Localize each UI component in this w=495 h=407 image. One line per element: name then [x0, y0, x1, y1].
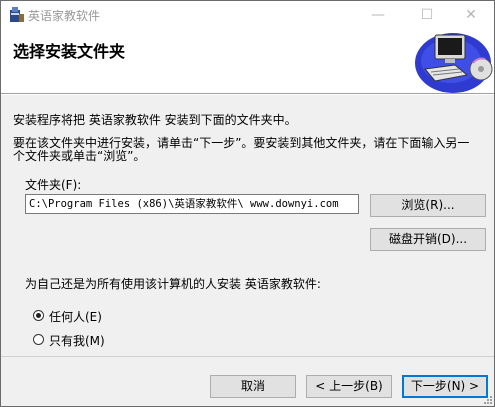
- window-title: 英语家教软件: [28, 9, 101, 23]
- radio-everyone-label[interactable]: 任何人(E): [49, 308, 102, 325]
- intro-text: 安装程序将把 英语家教软件 安装到下面的文件夹中。: [13, 113, 297, 127]
- footer-separator: [1, 356, 494, 357]
- installer-window: 英语家教软件 — ☐ ✕ 选择安装文件夹 安装程序将把 英语家教软件 安装到下面…: [0, 0, 495, 407]
- resize-grip-icon[interactable]: [483, 395, 493, 405]
- page-title: 选择安装文件夹: [13, 42, 126, 61]
- folder-path-input[interactable]: C:\Program Files (x86)\英语家教软件\ www.downy…: [25, 194, 359, 214]
- radio-everyone-indicator[interactable]: [33, 310, 44, 321]
- cancel-button[interactable]: 取消: [210, 375, 296, 398]
- installer-app-icon: [10, 7, 24, 22]
- disk-cost-button[interactable]: 磁盘开销(D)...: [370, 228, 486, 251]
- radio-just-me-indicator[interactable]: [33, 334, 44, 345]
- header-separator: [1, 94, 494, 95]
- next-button[interactable]: 下一步(N) >: [402, 375, 488, 398]
- minimize-icon: —: [371, 7, 385, 23]
- radio-just-me-label[interactable]: 只有我(M): [49, 332, 105, 349]
- maximize-icon: ☐: [420, 7, 434, 23]
- instruction-text-line2: 个文件夹或单击“浏览”。: [13, 149, 146, 163]
- close-icon: ✕: [465, 7, 477, 23]
- install-for-label: 为自己还是为所有使用该计算机的人安装 英语家教软件:: [25, 277, 321, 291]
- minimize-button[interactable]: —: [355, 1, 401, 29]
- folder-label: 文件夹(F):: [25, 178, 82, 192]
- radio-selected-dot: [36, 313, 41, 318]
- computer-cd-icon: [415, 33, 493, 93]
- back-button[interactable]: < 上一步(B): [306, 375, 392, 398]
- browse-button[interactable]: 浏览(R)...: [370, 194, 486, 217]
- wizard-header: 选择安装文件夹: [1, 29, 494, 94]
